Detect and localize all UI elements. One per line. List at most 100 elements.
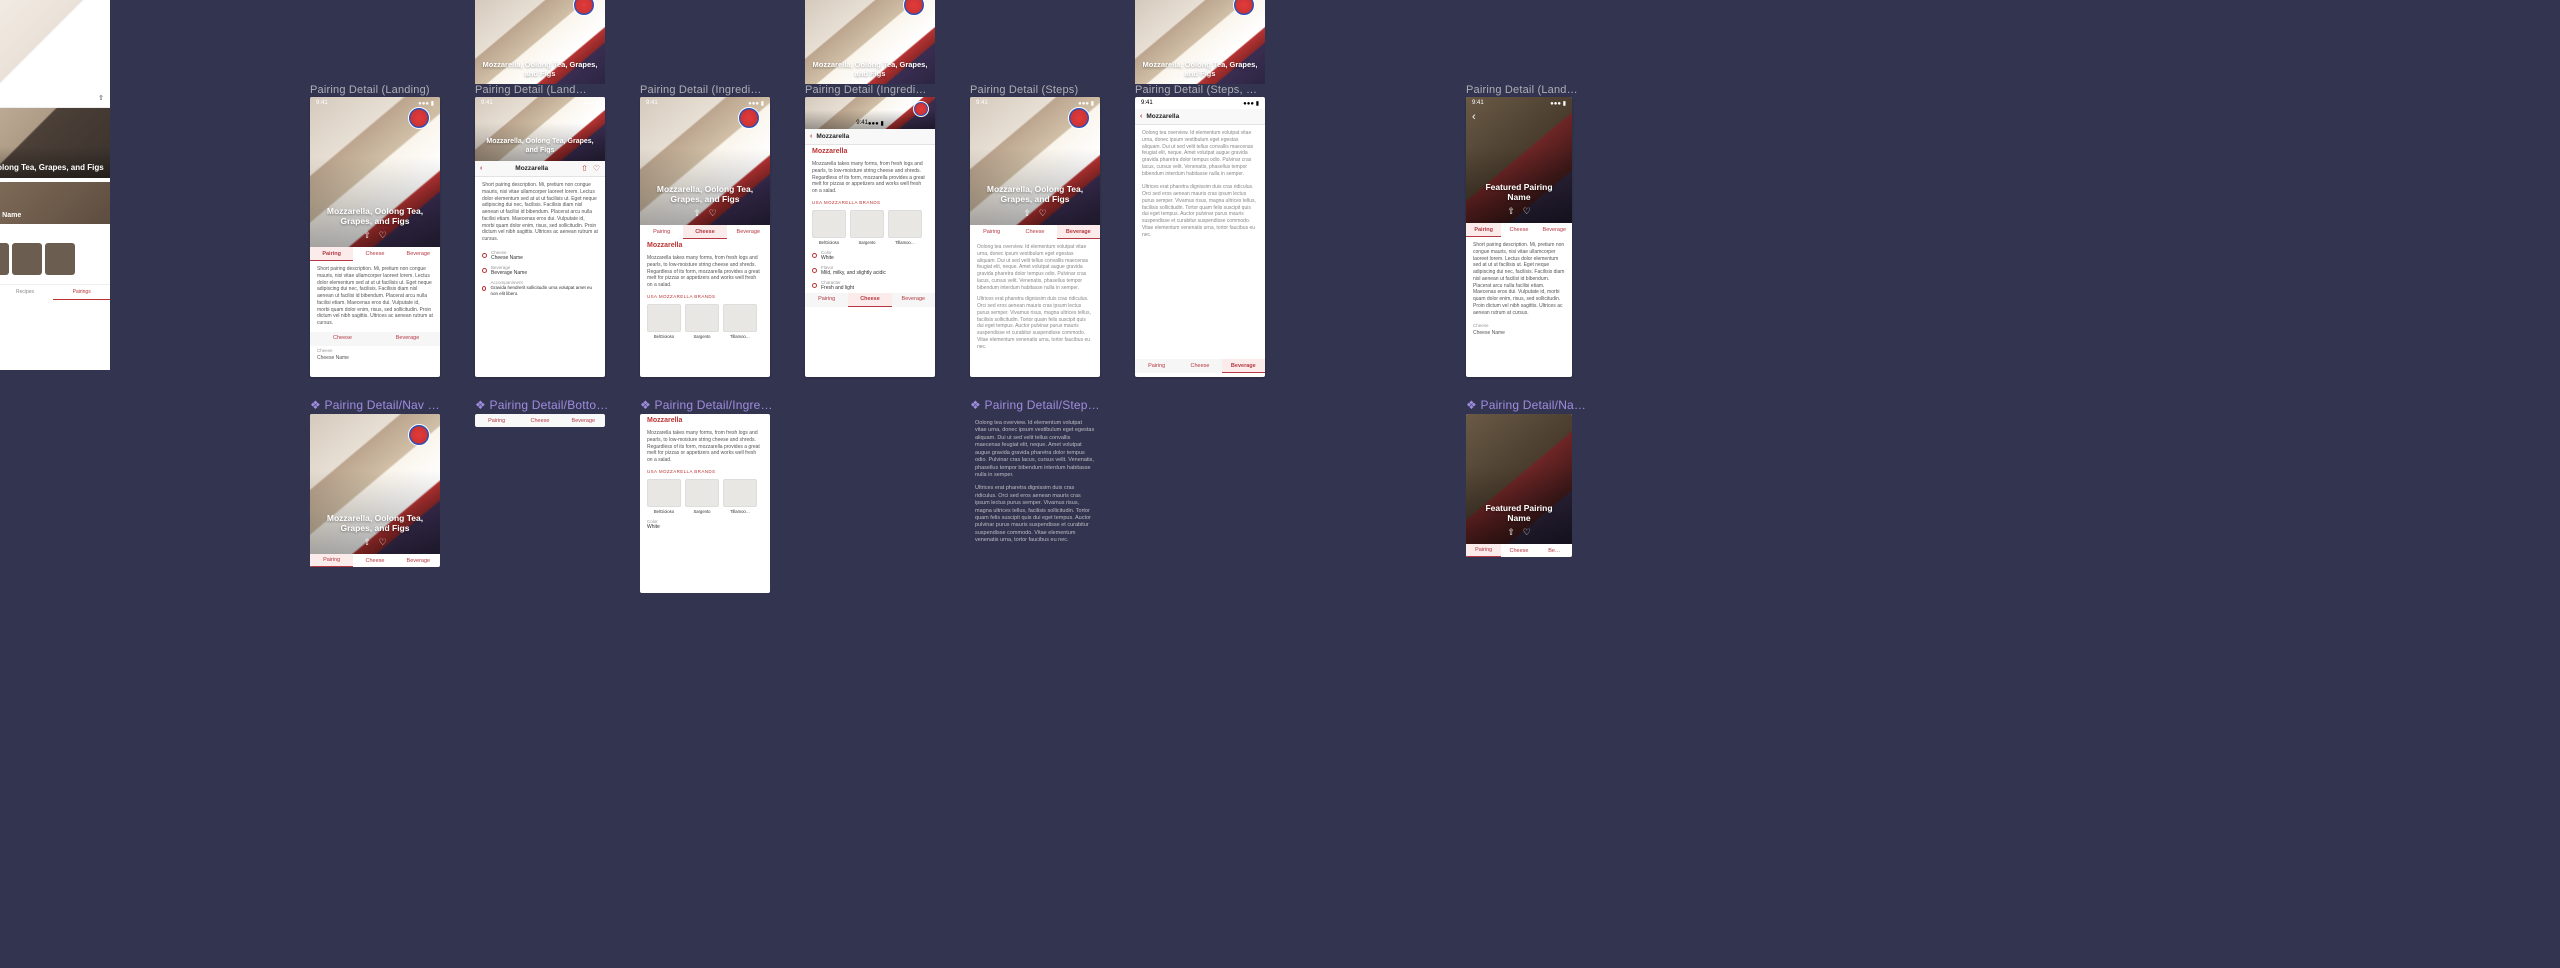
- brand-card[interactable]: Tillamoo…: [723, 479, 757, 514]
- pair-chips: [0, 239, 110, 279]
- color-meta: ColorWhite: [805, 248, 935, 263]
- tab-beverage[interactable]: Beverage: [562, 414, 605, 427]
- comp-pairing-nav-featured: Featured Pairing Name ⇧ ♡ Pairing Cheese…: [1466, 414, 1572, 557]
- meta-value: Fresh and light: [821, 285, 854, 291]
- cheese-hero-1[interactable]: Mozzarella, Oolong Tea, Grapes, and Figs: [0, 108, 110, 178]
- tab-cheese-2[interactable]: Cheese: [310, 332, 375, 346]
- share-icon[interactable]: ⇧: [581, 164, 588, 173]
- tab-cheese[interactable]: Cheese: [848, 293, 891, 307]
- tab-pairing[interactable]: Pairing: [1466, 223, 1501, 237]
- brand-card[interactable]: BelGioioso: [647, 304, 681, 339]
- share-icon[interactable]: ⇧: [1507, 206, 1515, 217]
- tab-recipes[interactable]: Recipes: [0, 285, 53, 300]
- accomp-meta[interactable]: AccompanimentGravida hendrerit sollicitu…: [475, 278, 605, 299]
- tab-cheese[interactable]: Cheese: [1178, 359, 1221, 373]
- tab-cheese[interactable]: Cheese: [1013, 225, 1056, 239]
- brand-card[interactable]: BelGioioso: [647, 479, 681, 514]
- heart-icon[interactable]: ♡: [1523, 527, 1531, 538]
- tab-pairing[interactable]: Pairing: [805, 293, 848, 307]
- steps-p1: Oolong tea overview. Id elementum volutp…: [1135, 125, 1265, 182]
- tab-beverage[interactable]: Beverage: [892, 293, 935, 307]
- status-icons: ●●● ▮: [1078, 100, 1094, 107]
- status-icons: ●●● ▮: [583, 100, 599, 107]
- brand-card[interactable]: Tillamoo…: [888, 210, 922, 245]
- tab-pairings[interactable]: Pairings: [53, 285, 110, 300]
- status-time: 9:41: [976, 100, 988, 106]
- tab-cheese[interactable]: Cheese: [683, 225, 726, 239]
- tab-pairing[interactable]: Pairing: [310, 554, 353, 567]
- tab-cheese[interactable]: Cheese: [518, 414, 561, 427]
- share-icon[interactable]: ⇧: [1023, 208, 1031, 219]
- tab-beverage[interactable]: Beverage: [397, 554, 440, 567]
- heart-icon[interactable]: ♡: [709, 208, 717, 219]
- tab-beverage[interactable]: Beverage: [727, 225, 770, 239]
- usa-seal-icon: [903, 0, 925, 16]
- status-time: 9:41: [481, 100, 493, 106]
- back-button[interactable]: ‹: [1140, 113, 1142, 120]
- tab-beverage[interactable]: Beverage: [397, 247, 440, 261]
- screen-ingredient: 9:41●●● ▮ Mozzarella, Oolong Tea, Grapes…: [640, 97, 770, 377]
- beverage-meta[interactable]: BeverageBeverage Name: [475, 263, 605, 278]
- tab-cheese[interactable]: Cheese: [1501, 223, 1536, 237]
- heart-icon[interactable]: ♡: [593, 164, 600, 173]
- share-icon[interactable]: ⇧: [363, 230, 371, 241]
- pairs-label: PAIRS WELL WITH: [0, 224, 110, 233]
- brand-name: Sargento: [685, 334, 719, 339]
- brand-name: Tillamoo…: [723, 334, 757, 339]
- steps-p1: Oolong tea overview. Id elementum volutp…: [975, 420, 1095, 479]
- status-icons: ●●● ▮: [748, 100, 764, 107]
- brand-card[interactable]: Sargento: [685, 304, 719, 339]
- status-time: 9:41: [856, 120, 868, 126]
- tab-pairing[interactable]: Pairing: [310, 247, 353, 261]
- brand-card[interactable]: Sargento: [850, 210, 884, 245]
- tab-beverage[interactable]: Beverage: [1537, 223, 1572, 237]
- tab-pairing[interactable]: Pairing: [970, 225, 1013, 239]
- tab-beverage[interactable]: Beverage: [1057, 225, 1100, 239]
- nav-title: Mozzarella: [816, 133, 930, 140]
- tab-cheese[interactable]: Cheese: [1501, 544, 1536, 557]
- chip[interactable]: [12, 243, 42, 275]
- usa-seal-icon: [573, 0, 595, 16]
- brand-card[interactable]: Sargento: [685, 479, 719, 514]
- usa-seal-icon: [913, 101, 929, 117]
- screen-ingredient-scrolled: 9:41●●● ▮ ‹ Mozzarella Mozzarella Mozzar…: [805, 97, 935, 377]
- brand-card[interactable]: Tillamoo…: [723, 304, 757, 339]
- hero-title: Mozzarella, Oolong Tea, Grapes, and Figs: [1135, 60, 1265, 78]
- hero-tile: Mozzarella, Oolong Tea, Grapes, and Figs: [475, 0, 605, 84]
- tab-pairing[interactable]: Pairing: [1135, 359, 1178, 373]
- brand-row: BelGioioso Sargento Tillamoo…: [640, 476, 770, 517]
- tab-cheese[interactable]: Cheese: [353, 247, 396, 261]
- chip[interactable]: [45, 243, 75, 275]
- heart-icon[interactable]: ♡: [1523, 206, 1531, 217]
- tab-be[interactable]: Be…: [1537, 544, 1572, 557]
- status-icons: ●●● ▮: [418, 100, 434, 107]
- chip[interactable]: [0, 243, 9, 275]
- meta-value: Mild, milky, and slightly acidic: [821, 270, 886, 276]
- heart-icon[interactable]: ♡: [379, 537, 387, 548]
- tab-cheese[interactable]: Cheese: [353, 554, 396, 567]
- cheese-lab: Cheese: [1466, 321, 1572, 330]
- cheese-meta[interactable]: CheeseCheese Name: [475, 248, 605, 263]
- cheese-hero-2[interactable]: Featured Pairing Name: [0, 182, 110, 224]
- brand-card[interactable]: BelGioioso: [812, 210, 846, 245]
- back-button[interactable]: ‹: [810, 133, 812, 140]
- screen-steps: 9:41●●● ▮ Mozzarella, Oolong Tea, Grapes…: [970, 97, 1100, 377]
- heart-icon[interactable]: ♡: [1039, 208, 1047, 219]
- share-icon[interactable]: ⇧: [1507, 527, 1515, 538]
- tab-beverage[interactable]: Beverage: [1222, 359, 1265, 373]
- brands-label: USA MOZZARELLA BRANDS: [805, 200, 935, 207]
- hero-title: Mozzarella, Oolong Tea, Grapes, and Figs: [483, 138, 597, 155]
- tab-pairing[interactable]: Pairing: [640, 225, 683, 239]
- ingredient-desc: Mozzarella takes many forms, from fresh …: [640, 250, 770, 294]
- tab-pairing[interactable]: Pairing: [475, 414, 518, 427]
- brand-name: BelGioioso: [647, 334, 681, 339]
- share-icon[interactable]: ⇧: [363, 537, 371, 548]
- nav-title: Mozzarella: [482, 165, 581, 172]
- brand-row: BelGioioso Sargento Tillamoo…: [640, 301, 770, 342]
- share-icon[interactable]: ⇧: [98, 94, 104, 102]
- share-icon[interactable]: ⇧: [693, 208, 701, 219]
- tab-beverage-2[interactable]: Beverage: [375, 332, 440, 346]
- back-button[interactable]: ‹: [1472, 111, 1476, 123]
- tab-pairing[interactable]: Pairing: [1466, 544, 1501, 557]
- heart-icon[interactable]: ♡: [379, 230, 387, 241]
